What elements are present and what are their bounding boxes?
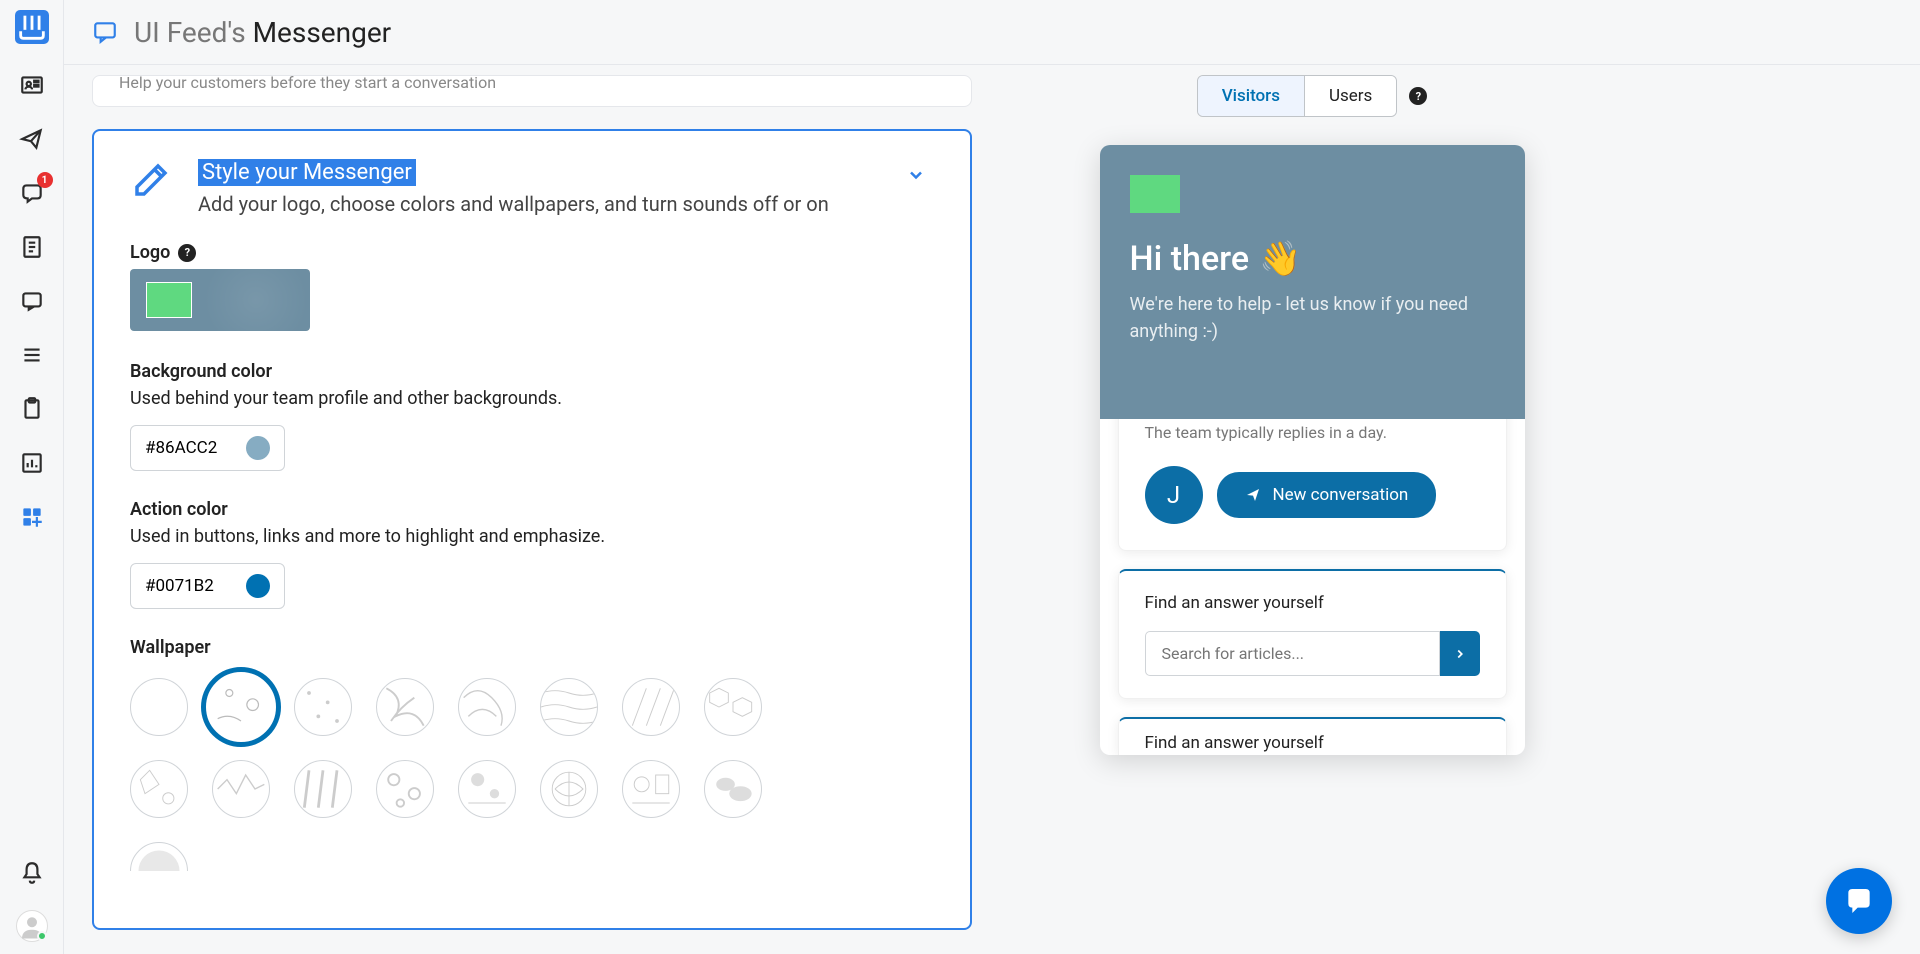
- preview-greeting: Hi there 👋: [1130, 239, 1495, 279]
- wallpaper-option[interactable]: [294, 760, 352, 818]
- notifications-icon[interactable]: [19, 860, 45, 886]
- users-toggle[interactable]: Users: [1304, 76, 1396, 116]
- wave-icon: 👋: [1259, 239, 1301, 279]
- card-title: Style your Messenger: [198, 159, 416, 186]
- help-icon[interactable]: ?: [178, 244, 196, 262]
- wallpaper-option-none[interactable]: [130, 678, 188, 736]
- messenger-icon: [92, 19, 118, 45]
- preview-hero: Hi there 👋 We're here to help - let us k…: [1100, 145, 1525, 419]
- wallpaper-option[interactable]: [376, 760, 434, 818]
- wallpaper-option[interactable]: [540, 760, 598, 818]
- send-icon: [1245, 487, 1261, 503]
- page-title: UI Feed's Messenger: [134, 16, 391, 49]
- wallpaper-option[interactable]: [704, 678, 762, 736]
- start-conv-sub: The team typically replies in a day.: [1145, 423, 1480, 442]
- online-status-icon: [37, 931, 47, 941]
- bg-color-desc: Used behind your team profile and other …: [130, 388, 934, 409]
- logo-label: Logo ?: [130, 242, 934, 263]
- search-button[interactable]: [1440, 631, 1480, 676]
- wallpaper-grid: [130, 678, 790, 900]
- collapsed-card-hint[interactable]: Help your customers before they start a …: [92, 75, 972, 107]
- preview-toggle: Visitors Users: [1197, 75, 1398, 117]
- bg-color-input[interactable]: [130, 425, 285, 471]
- find-answer-label-2: Find an answer yourself: [1145, 733, 1480, 753]
- articles-icon[interactable]: [19, 234, 45, 260]
- logo-upload[interactable]: [130, 269, 310, 331]
- brand-logo[interactable]: [15, 10, 49, 44]
- user-avatar[interactable]: [16, 910, 48, 942]
- style-messenger-card: Style your Messenger Add your logo, choo…: [92, 129, 972, 930]
- preview-search-card: Find an answer yourself: [1118, 569, 1507, 699]
- wallpaper-option[interactable]: [704, 760, 762, 818]
- wallpaper-option[interactable]: [458, 760, 516, 818]
- wallpaper-option[interactable]: [376, 678, 434, 736]
- inbox-icon[interactable]: 1: [19, 180, 45, 206]
- inbox-badge: 1: [37, 172, 53, 188]
- action-color-input[interactable]: [130, 563, 285, 609]
- wallpaper-option[interactable]: [622, 678, 680, 736]
- wallpaper-option[interactable]: [622, 760, 680, 818]
- header: UI Feed's Messenger: [64, 0, 1920, 65]
- preview-extra-card: Find an answer yourself: [1118, 717, 1507, 755]
- reports-icon[interactable]: [19, 450, 45, 476]
- messenger-launcher[interactable]: [1826, 868, 1892, 934]
- send-icon[interactable]: [19, 126, 45, 152]
- sidebar: 1: [0, 0, 64, 954]
- wallpaper-label: Wallpaper: [130, 637, 934, 658]
- visitors-toggle[interactable]: Visitors: [1198, 76, 1304, 116]
- wallpaper-option[interactable]: [130, 842, 188, 900]
- help-icon[interactable]: ?: [1409, 87, 1427, 105]
- apps-icon[interactable]: [19, 504, 45, 530]
- preview-greeting-sub: We're here to help - let us know if you …: [1130, 291, 1495, 345]
- preview-logo: [1130, 175, 1180, 213]
- logo-thumbnail: [146, 282, 192, 318]
- wallpaper-option[interactable]: [130, 760, 188, 818]
- action-color-desc: Used in buttons, links and more to highl…: [130, 526, 934, 547]
- search-input[interactable]: [1145, 631, 1440, 676]
- chat-icon[interactable]: [19, 288, 45, 314]
- chevron-right-icon: [1453, 647, 1467, 661]
- wallpaper-option[interactable]: [212, 760, 270, 818]
- messenger-preview: Hi there 👋 We're here to help - let us k…: [1100, 145, 1525, 755]
- preview-column: Visitors Users ? Hi there 👋 We're here t…: [1072, 75, 1552, 944]
- contacts-icon[interactable]: [19, 72, 45, 98]
- wallpaper-option[interactable]: [540, 678, 598, 736]
- action-color-swatch[interactable]: [246, 574, 270, 598]
- wallpaper-option[interactable]: [294, 678, 352, 736]
- find-answer-label: Find an answer yourself: [1145, 593, 1480, 613]
- action-color-field[interactable]: [145, 576, 230, 596]
- preview-avatar: J: [1145, 466, 1203, 524]
- new-conversation-button[interactable]: New conversation: [1217, 472, 1437, 518]
- wallpaper-option-selected[interactable]: [201, 667, 281, 747]
- list-icon[interactable]: [19, 342, 45, 368]
- action-color-label: Action color: [130, 499, 934, 520]
- chevron-down-icon[interactable]: [906, 165, 926, 190]
- bg-color-label: Background color: [130, 361, 934, 382]
- bg-color-swatch[interactable]: [246, 436, 270, 460]
- bg-color-field[interactable]: [145, 438, 230, 458]
- clipboard-icon[interactable]: [19, 396, 45, 422]
- pencil-icon: [130, 159, 172, 201]
- wallpaper-option[interactable]: [458, 678, 516, 736]
- messenger-icon: [1843, 885, 1875, 917]
- card-subtitle: Add your logo, choose colors and wallpap…: [198, 192, 829, 216]
